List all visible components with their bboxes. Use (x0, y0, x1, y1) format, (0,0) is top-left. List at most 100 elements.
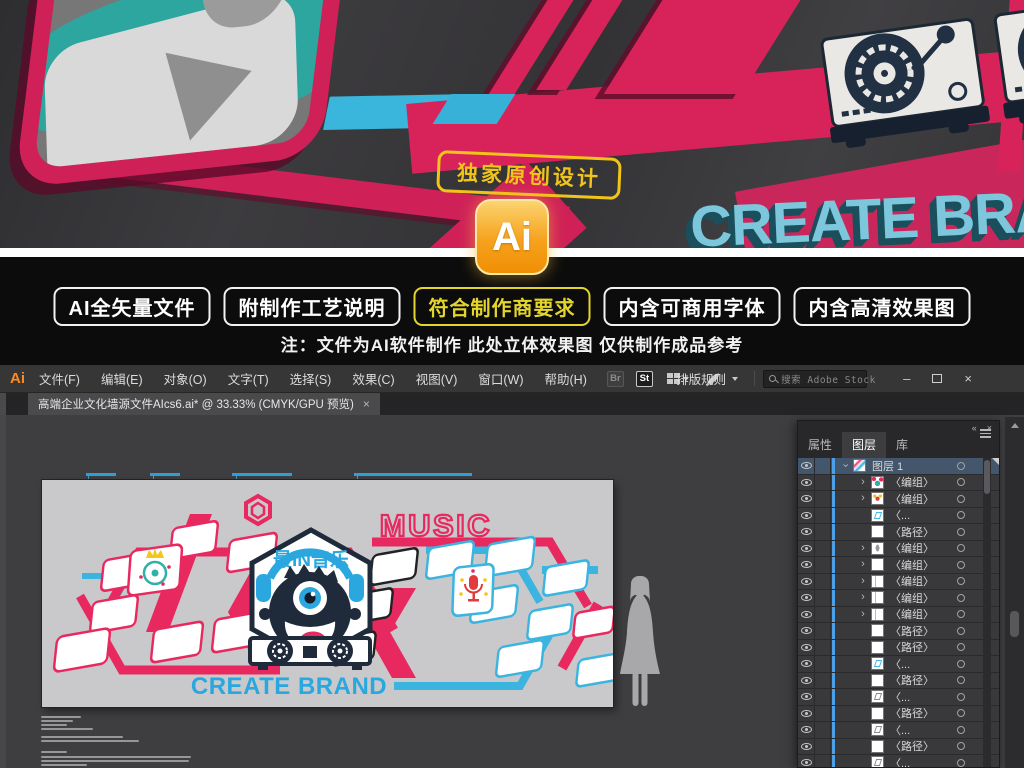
menu-item[interactable]: 文字(T) (228, 369, 269, 388)
panel-menu-icon[interactable] (980, 429, 991, 440)
target-circle-icon[interactable] (957, 610, 965, 618)
layer-row[interactable]: › 〈编组〉 (798, 557, 999, 574)
visibility-cell[interactable] (798, 706, 815, 722)
target-circle-icon[interactable] (957, 544, 965, 552)
layer-row[interactable]: › 〈编组〉 (798, 491, 999, 508)
expand-chevron-icon[interactable]: › (857, 543, 869, 554)
collapse-panel-icon[interactable]: « (972, 423, 977, 433)
visibility-cell[interactable] (798, 590, 815, 606)
edit-cell[interactable] (815, 508, 831, 524)
edit-cell[interactable] (815, 722, 831, 738)
document-tab[interactable]: 高端企业文化墙源文件AIcs6.ai* @ 33.33% (CMYK/GPU 预… (28, 393, 380, 415)
visibility-cell[interactable] (798, 656, 815, 672)
edit-cell[interactable] (815, 458, 831, 474)
expand-chevron-icon[interactable]: › (857, 559, 869, 570)
layer-row[interactable]: › 图层 1 (798, 458, 999, 475)
edit-cell[interactable] (815, 706, 831, 722)
expand-chevron-icon[interactable]: › (857, 493, 869, 504)
scrollbar-thumb[interactable] (1010, 611, 1019, 637)
layer-row[interactable]: › 〈编组〉 (798, 607, 999, 624)
menu-item[interactable]: 视图(V) (416, 369, 458, 388)
layer-row[interactable]: › 〈... (798, 722, 999, 739)
expand-chevron-icon[interactable]: › (857, 609, 869, 620)
expand-chevron-icon[interactable]: › (857, 477, 869, 488)
target-circle-icon[interactable] (957, 495, 965, 503)
menu-item[interactable]: 文件(F) (39, 369, 80, 388)
expand-chevron-icon[interactable]: › (857, 576, 869, 587)
visibility-cell[interactable] (798, 508, 815, 524)
target-circle-icon[interactable] (957, 742, 965, 750)
target-circle-icon[interactable] (957, 726, 965, 734)
edit-cell[interactable] (815, 739, 831, 755)
edit-cell[interactable] (815, 755, 831, 767)
menu-item[interactable]: 编辑(E) (101, 369, 143, 388)
minimize-button[interactable]: – (903, 372, 910, 385)
target-circle-icon[interactable] (957, 478, 965, 486)
edit-cell[interactable] (815, 541, 831, 557)
scroll-up-icon[interactable] (1011, 423, 1019, 428)
layer-row[interactable]: › 〈编组〉 (798, 590, 999, 607)
artboard[interactable]: MUSIC 最IN音乐 (42, 480, 613, 707)
target-circle-icon[interactable] (957, 627, 965, 635)
expand-chevron-icon[interactable]: › (840, 460, 851, 472)
visibility-cell[interactable] (798, 755, 815, 767)
layer-row[interactable]: › 〈路径〉 (798, 640, 999, 657)
layer-row[interactable]: › 〈... (798, 508, 999, 525)
edit-cell[interactable] (815, 656, 831, 672)
edit-cell[interactable] (815, 574, 831, 590)
visibility-cell[interactable] (798, 475, 815, 491)
app-scrollbar[interactable] (1005, 417, 1024, 768)
layer-row[interactable]: › 〈编组〉 (798, 475, 999, 492)
target-circle-icon[interactable] (957, 577, 965, 585)
edit-cell[interactable] (815, 590, 831, 606)
panel-tab[interactable]: 库 (886, 432, 918, 458)
visibility-cell[interactable] (798, 722, 815, 738)
panel-scrollbar[interactable] (983, 458, 991, 767)
target-circle-icon[interactable] (957, 693, 965, 701)
layer-row[interactable]: › 〈编组〉 (798, 574, 999, 591)
maximize-button[interactable] (932, 374, 942, 383)
typeset-rule-dropdown[interactable]: 排版规则 (676, 369, 738, 388)
visibility-cell[interactable] (798, 557, 815, 573)
menu-item[interactable]: 对象(O) (164, 369, 207, 388)
visibility-cell[interactable] (798, 673, 815, 689)
edit-cell[interactable] (815, 689, 831, 705)
layer-row[interactable]: › 〈路径〉 (798, 739, 999, 756)
layer-row[interactable]: › 〈... (798, 689, 999, 706)
layer-row[interactable]: › 〈编组〉 (798, 541, 999, 558)
target-circle-icon[interactable] (957, 660, 965, 668)
menu-item[interactable]: 效果(C) (352, 369, 394, 388)
stock-badge[interactable]: St (636, 371, 653, 387)
layer-row[interactable]: › 〈... (798, 656, 999, 673)
target-circle-icon[interactable] (957, 643, 965, 651)
layer-row[interactable]: › 〈路径〉 (798, 706, 999, 723)
layer-row[interactable]: › 〈路径〉 (798, 623, 999, 640)
visibility-cell[interactable] (798, 689, 815, 705)
menu-item[interactable]: 选择(S) (290, 369, 332, 388)
target-circle-icon[interactable] (957, 561, 965, 569)
edit-cell[interactable] (815, 524, 831, 540)
visibility-cell[interactable] (798, 524, 815, 540)
close-button[interactable]: × (964, 372, 972, 385)
edit-cell[interactable] (815, 623, 831, 639)
bridge-badge[interactable]: Br (607, 371, 624, 387)
target-circle-icon[interactable] (957, 462, 965, 470)
target-circle-icon[interactable] (957, 759, 965, 767)
layer-row[interactable]: › 〈路径〉 (798, 524, 999, 541)
target-circle-icon[interactable] (957, 511, 965, 519)
expand-chevron-icon[interactable]: › (857, 592, 869, 603)
edit-cell[interactable] (815, 491, 831, 507)
visibility-cell[interactable] (798, 623, 815, 639)
visibility-cell[interactable] (798, 574, 815, 590)
edit-cell[interactable] (815, 557, 831, 573)
visibility-cell[interactable] (798, 541, 815, 557)
layer-row[interactable]: › 〈路径〉 (798, 673, 999, 690)
tab-close-icon[interactable]: × (363, 397, 370, 411)
menu-item[interactable]: 窗口(W) (478, 369, 523, 388)
target-circle-icon[interactable] (957, 676, 965, 684)
target-circle-icon[interactable] (957, 528, 965, 536)
edit-cell[interactable] (815, 673, 831, 689)
edit-cell[interactable] (815, 640, 831, 656)
edit-cell[interactable] (815, 475, 831, 491)
visibility-cell[interactable] (798, 607, 815, 623)
